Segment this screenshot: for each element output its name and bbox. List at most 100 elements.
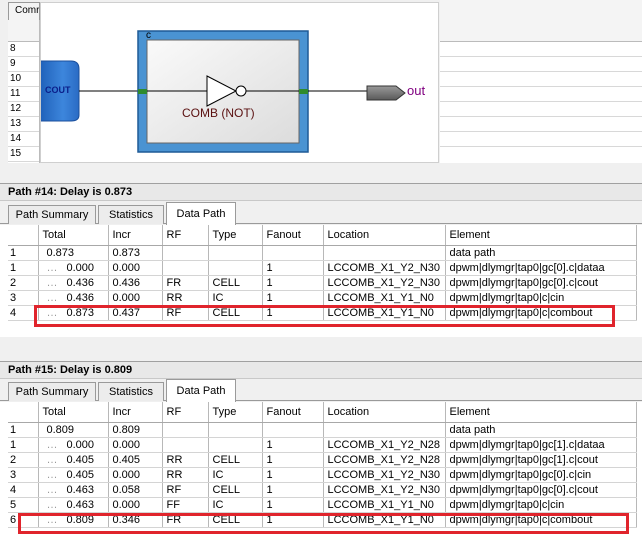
- fanout-cell: 1: [262, 437, 324, 453]
- table-header-row: Total Incr RF Type Fanout Location Eleme…: [8, 402, 637, 423]
- location-cell: LCCOMB_X1_Y2_N30: [323, 467, 446, 483]
- total-cell: 0.000: [38, 260, 109, 276]
- table-row[interactable]: 30.4050.000RRIC1LCCOMB_X1_Y2_N30dpwm|dly…: [8, 467, 637, 483]
- location-cell: LCCOMB_X1_Y1_N0: [323, 497, 446, 513]
- incr-cell: 0.000: [108, 290, 163, 306]
- row-index: 1: [8, 437, 39, 453]
- path-15-tabs: Path Summary Statistics Data Path: [0, 379, 642, 402]
- column-header-incr[interactable]: Incr: [108, 402, 163, 423]
- location-cell: LCCOMB_X1_Y2_N30: [323, 482, 446, 498]
- type-cell: [208, 245, 263, 261]
- tab-data-path[interactable]: Data Path: [166, 202, 236, 225]
- column-header-type[interactable]: Type: [208, 225, 263, 246]
- output-pin: [299, 89, 308, 94]
- table-row[interactable]: 10.0000.0001LCCOMB_X1_Y2_N30dpwm|dlymgr|…: [8, 260, 637, 276]
- column-header-fanout[interactable]: Fanout: [262, 402, 324, 423]
- element-cell: dpwm|dlymgr|tap0|gc[0].c|cout: [445, 482, 637, 498]
- fanout-cell: [262, 422, 324, 438]
- output-port-icon[interactable]: [366, 85, 406, 101]
- fanout-cell: 1: [262, 467, 324, 483]
- row-number: 12: [8, 102, 39, 117]
- tab-path-summary[interactable]: Path Summary: [8, 205, 96, 224]
- row-number: 8: [8, 42, 39, 57]
- schematic-panel: Comr 8 9 10 11 12 13 14 15 COUT c COMB (…: [0, 0, 642, 183]
- fanout-cell: 1: [262, 275, 324, 291]
- rf-cell: [162, 437, 209, 453]
- location-cell: LCCOMB_X1_Y2_N30: [323, 275, 446, 291]
- path-15-table: Total Incr RF Type Fanout Location Eleme…: [0, 402, 642, 538]
- column-header-rf[interactable]: RF: [162, 225, 209, 246]
- column-header-total[interactable]: Total: [38, 225, 109, 246]
- table-row[interactable]: 40.4630.058RFCELL1LCCOMB_X1_Y2_N30dpwm|d…: [8, 482, 637, 498]
- incr-cell: 0.000: [108, 467, 163, 483]
- fanout-cell: [262, 245, 324, 261]
- location-cell: LCCOMB_X1_Y2_N28: [323, 452, 446, 468]
- location-cell: LCCOMB_X1_Y1_N0: [323, 305, 446, 321]
- row-number-column: 8 9 10 11 12 13 14 15: [8, 20, 40, 163]
- total-cell: 0.809: [38, 512, 109, 528]
- total-cell: 0.463: [38, 497, 109, 513]
- table-row[interactable]: 10.0000.0001LCCOMB_X1_Y2_N28dpwm|dlymgr|…: [8, 437, 637, 453]
- row-index: 1: [8, 422, 39, 438]
- gate-label: COMB (NOT): [182, 106, 255, 120]
- rf-cell: [162, 422, 209, 438]
- incr-cell: 0.000: [108, 437, 163, 453]
- row-number: 9: [8, 57, 39, 72]
- tab-data-path[interactable]: Data Path: [166, 379, 236, 402]
- total-cell: 0.809: [38, 422, 109, 438]
- column-header-location[interactable]: Location: [323, 225, 446, 246]
- column-header-total[interactable]: Total: [38, 402, 109, 423]
- location-cell: LCCOMB_X1_Y1_N0: [323, 512, 446, 528]
- table-row[interactable]: 50.4630.000FFIC1LCCOMB_X1_Y1_N0dpwm|dlym…: [8, 497, 637, 513]
- row-index: 4: [8, 305, 39, 321]
- row-index: 4: [8, 482, 39, 498]
- fanout-cell: 1: [262, 452, 324, 468]
- right-grid-row: [440, 42, 642, 57]
- rf-cell: RF: [162, 482, 209, 498]
- table-row[interactable]: 20.4360.436FRCELL1LCCOMB_X1_Y2_N30dpwm|d…: [8, 275, 637, 291]
- tab-statistics[interactable]: Statistics: [98, 382, 164, 401]
- total-cell: 0.436: [38, 275, 109, 291]
- type-cell: [208, 422, 263, 438]
- right-grid-row: [440, 57, 642, 72]
- column-header-incr[interactable]: Incr: [108, 225, 163, 246]
- incr-cell: 0.437: [108, 305, 163, 321]
- right-grid-row: [440, 117, 642, 132]
- fanout-cell: 1: [262, 512, 324, 528]
- column-header-element[interactable]: Element: [445, 225, 637, 246]
- column-header-index: [8, 225, 39, 246]
- column-header-element[interactable]: Element: [445, 402, 637, 423]
- type-cell: CELL: [208, 512, 263, 528]
- table-row[interactable]: 20.4050.405RRCELL1LCCOMB_X1_Y2_N28dpwm|d…: [8, 452, 637, 468]
- rf-cell: RR: [162, 452, 209, 468]
- path-15-rows: 10.8090.809data path10.0000.0001LCCOMB_X…: [8, 422, 637, 528]
- incr-cell: 0.809: [108, 422, 163, 438]
- table-row[interactable]: 60.8090.346FRCELL1LCCOMB_X1_Y1_N0dpwm|dl…: [8, 512, 637, 528]
- column-header-rf[interactable]: RF: [162, 402, 209, 423]
- column-header-location[interactable]: Location: [323, 402, 446, 423]
- schematic-canvas[interactable]: COUT c COMB (NOT) out: [40, 2, 439, 163]
- incr-cell: 0.058: [108, 482, 163, 498]
- table-row[interactable]: 1 0.809 0.809 data path: [8, 422, 637, 438]
- incr-cell: 0.436: [108, 275, 163, 291]
- tab-statistics[interactable]: Statistics: [98, 205, 164, 224]
- input-pin: [138, 89, 147, 94]
- tab-path-summary[interactable]: Path Summary: [8, 382, 96, 401]
- cell-name-label: c: [146, 30, 151, 41]
- table-row[interactable]: 40.8730.437RFCELL1LCCOMB_X1_Y1_N0dpwm|dl…: [8, 305, 637, 321]
- location-cell: LCCOMB_X1_Y2_N28: [323, 437, 446, 453]
- panel-separator: [0, 337, 642, 361]
- rf-cell: RF: [162, 305, 209, 321]
- element-cell: data path: [445, 422, 637, 438]
- location-cell: LCCOMB_X1_Y2_N30: [323, 260, 446, 276]
- incr-cell: 0.405: [108, 452, 163, 468]
- column-header-type[interactable]: Type: [208, 402, 263, 423]
- incr-cell: 0.000: [108, 497, 163, 513]
- top-tab[interactable]: Comr: [8, 2, 40, 20]
- column-header-fanout[interactable]: Fanout: [262, 225, 324, 246]
- rf-cell: [162, 245, 209, 261]
- table-row[interactable]: 30.4360.000RRIC1LCCOMB_X1_Y1_N0dpwm|dlym…: [8, 290, 637, 306]
- right-grid-row: [440, 102, 642, 117]
- incr-cell: 0.000: [108, 260, 163, 276]
- table-row[interactable]: 1 0.873 0.873 data path: [8, 245, 637, 261]
